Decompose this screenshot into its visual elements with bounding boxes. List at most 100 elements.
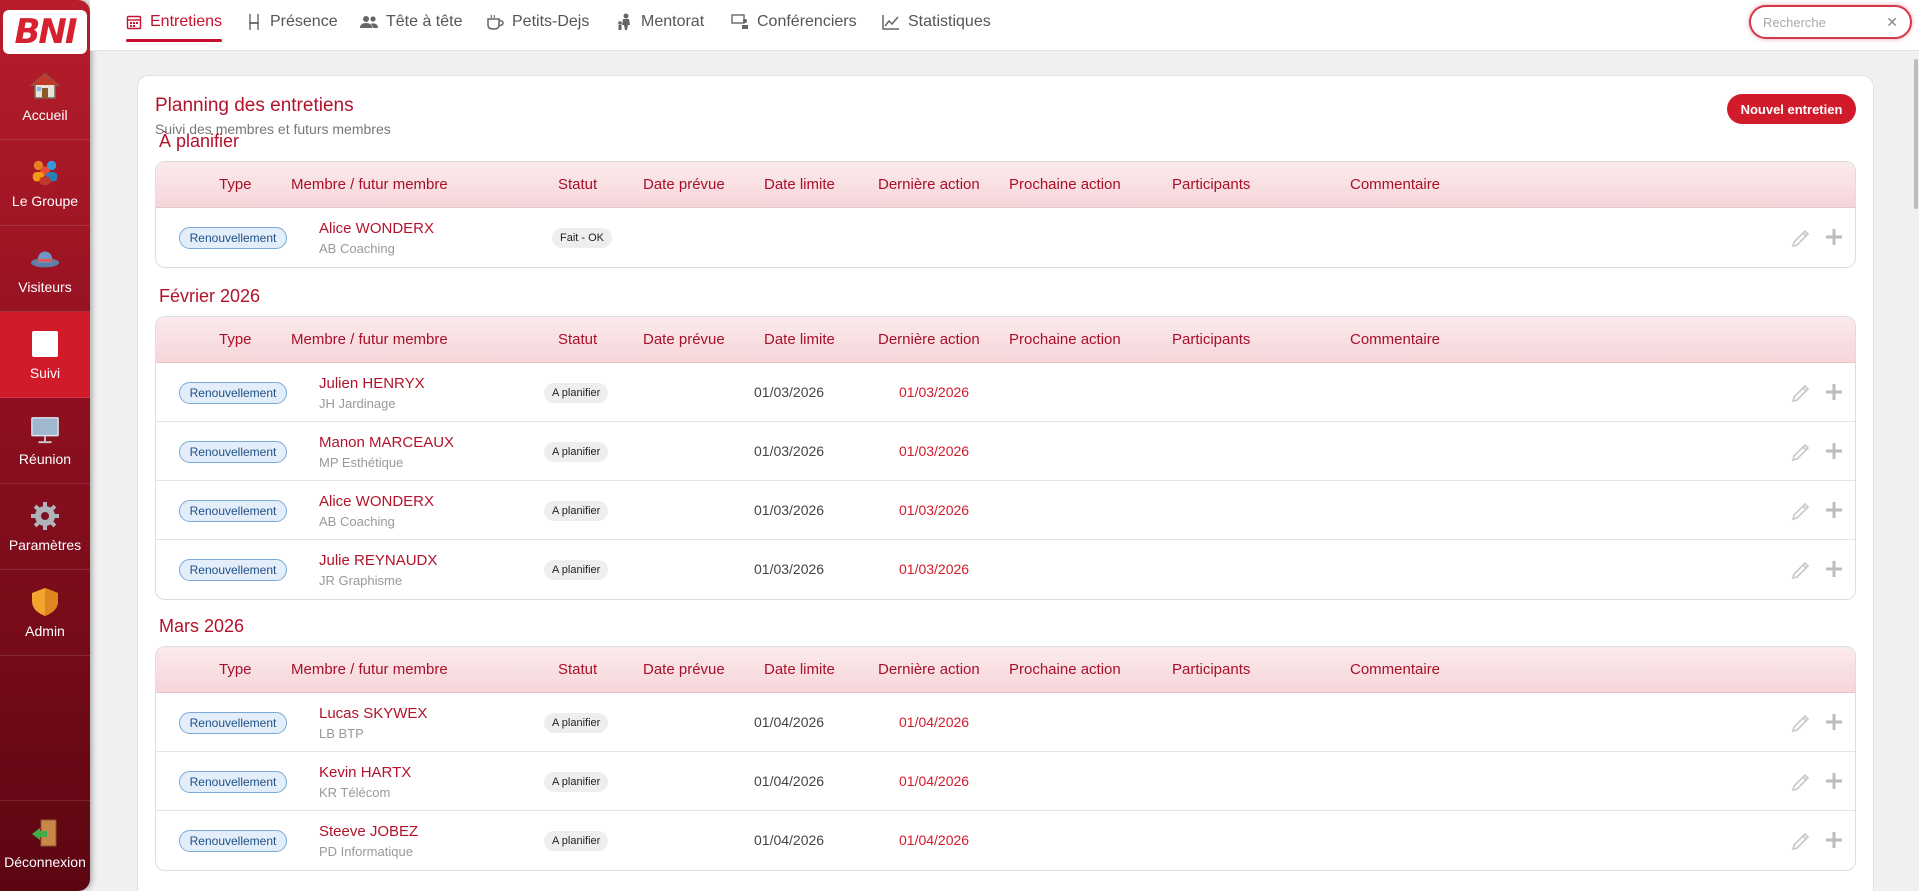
column-header[interactable]: Date prévue [643, 647, 725, 693]
page-scrollbar[interactable] [1913, 51, 1919, 891]
member-name-link[interactable]: Steeve JOBEZ [319, 823, 418, 840]
column-header[interactable]: Date prévue [643, 162, 725, 208]
edit-pencil-icon[interactable] [1790, 500, 1812, 527]
edit-pencil-icon[interactable] [1790, 441, 1812, 468]
column-header[interactable]: Membre / futur membre [291, 162, 448, 208]
column-header[interactable]: Commentaire [1350, 317, 1440, 363]
date-limite: 01/04/2026 [899, 714, 970, 730]
search-input[interactable] [1763, 14, 1883, 30]
column-header[interactable]: Type [219, 317, 252, 363]
member-name-link[interactable]: Lucas SKYWEX [319, 705, 427, 722]
type-badge: Renouvellement [179, 227, 287, 249]
edit-pencil-icon[interactable] [1790, 830, 1812, 857]
member-name-link[interactable]: Kevin HARTX [319, 764, 411, 781]
edit-pencil-icon[interactable] [1790, 559, 1812, 586]
status-badge: A planifier [544, 501, 609, 521]
edit-pencil-icon[interactable] [1790, 227, 1812, 254]
visitor-hat-icon [30, 243, 60, 273]
sidebar-item-le-groupe[interactable]: Le Groupe [0, 140, 90, 226]
new-entretien-button[interactable]: Nouvel entretien [1727, 94, 1856, 124]
add-plus-icon[interactable] [1824, 441, 1844, 466]
table-row[interactable]: Renouvellement Alice WONDERX AB Coaching Fa… [156, 208, 1855, 267]
add-plus-icon[interactable] [1824, 227, 1844, 252]
status-badge: A planifier [544, 383, 609, 403]
tab-mentorat[interactable]: Mentorat [617, 0, 704, 44]
sidebar-item-admin[interactable]: Admin [0, 570, 90, 656]
member-name-link[interactable]: Julien HENRYX [319, 375, 425, 392]
sidebar-item-accueil[interactable]: Accueil [0, 54, 90, 140]
table-row[interactable]: Renouvellement Kevin HARTX KR Télécom A pla… [156, 752, 1855, 811]
sidebar-item-suivi[interactable]: Suivi [0, 312, 90, 398]
add-plus-icon[interactable] [1824, 771, 1844, 796]
edit-pencil-icon[interactable] [1790, 382, 1812, 409]
column-header[interactable]: Date limite [764, 647, 835, 693]
sidebar-item-reunion[interactable]: Réunion [0, 398, 90, 484]
edit-pencil-icon[interactable] [1790, 771, 1812, 798]
add-plus-icon[interactable] [1824, 559, 1844, 584]
status-badge: A planifier [544, 772, 609, 792]
column-header[interactable]: Type [219, 162, 252, 208]
tab-entretiens[interactable]: Entretiens [126, 0, 223, 44]
date-prevue: 01/03/2026 [754, 443, 825, 459]
type-badge: Renouvellement [179, 830, 287, 852]
sidebar-item-parametres[interactable]: Paramètres [0, 484, 90, 570]
column-header[interactable]: Dernière action [878, 317, 980, 363]
column-header[interactable]: Participants [1172, 162, 1250, 208]
column-header[interactable]: Date limite [764, 162, 835, 208]
date-limite: 01/03/2026 [899, 443, 970, 459]
column-header[interactable]: Dernière action [878, 162, 980, 208]
column-header[interactable]: Date limite [764, 317, 835, 363]
suivi-square-icon [30, 329, 60, 359]
tab-petits-dejs[interactable]: Petits-Dejs [486, 0, 589, 44]
date-limite: 01/04/2026 [899, 832, 970, 848]
column-header[interactable]: Prochaine action [1009, 647, 1121, 693]
table-header: Type Membre / futur membre Statut Date prév… [156, 162, 1855, 208]
member-name-link[interactable]: Julie REYNAUDX [319, 552, 437, 569]
table-row[interactable]: Renouvellement Alice WONDERX AB Coaching A … [156, 481, 1855, 540]
member-company: JH Jardinage [319, 396, 396, 411]
member-name-link[interactable]: Alice WONDERX [319, 493, 434, 510]
section-title: Février 2026 [159, 286, 261, 306]
table-row[interactable]: Renouvellement Lucas SKYWEX LB BTP A planif… [156, 693, 1855, 752]
logout-button[interactable]: Déconnexion [0, 800, 90, 886]
date-limite: 01/03/2026 [899, 561, 970, 577]
tab-conferenciers[interactable]: Conférenciers [731, 0, 857, 44]
column-header[interactable]: Date prévue [643, 317, 725, 363]
entretiens-table: Type Membre / futur membre Statut Date prév… [155, 646, 1856, 871]
add-plus-icon[interactable] [1824, 830, 1844, 855]
column-header[interactable]: Prochaine action [1009, 317, 1121, 363]
column-header[interactable]: Prochaine action [1009, 162, 1121, 208]
column-header[interactable]: Dernière action [878, 647, 980, 693]
top-navigation: Entretiens Présence Tête à tête Petits-D… [90, 0, 1919, 51]
clear-search-icon[interactable]: ✕ [1886, 14, 1898, 31]
table-row[interactable]: Renouvellement Julie REYNAUDX JR Graphisme… [156, 540, 1855, 599]
scrollbar-thumb[interactable] [1914, 59, 1918, 209]
tab-presence[interactable]: Présence [246, 0, 338, 44]
table-header: Type Membre / futur membre Statut Date prév… [156, 317, 1855, 363]
sidebar-item-visiteurs[interactable]: Visiteurs [0, 226, 90, 312]
add-plus-icon[interactable] [1824, 500, 1844, 525]
tab-statistiques[interactable]: Statistiques [882, 0, 991, 44]
column-header[interactable]: Participants [1172, 647, 1250, 693]
tab-tete-a-tete[interactable]: Tête à tête [360, 0, 463, 44]
column-header[interactable]: Commentaire [1350, 162, 1440, 208]
add-plus-icon[interactable] [1824, 712, 1844, 737]
column-header[interactable]: Commentaire [1350, 647, 1440, 693]
table-row[interactable]: Renouvellement Manon MARCEAUX MP Esthétiqu… [156, 422, 1855, 481]
column-header[interactable]: Statut [558, 162, 597, 208]
table-row[interactable]: Renouvellement Julien HENRYX JH Jardinage A… [156, 363, 1855, 422]
column-header[interactable]: Statut [558, 317, 597, 363]
column-header[interactable]: Membre / futur membre [291, 317, 448, 363]
edit-pencil-icon[interactable] [1790, 712, 1812, 739]
member-name-link[interactable]: Manon MARCEAUX [319, 434, 454, 451]
coffee-icon [487, 14, 504, 30]
column-header[interactable]: Membre / futur membre [291, 647, 448, 693]
member-name-link[interactable]: Alice WONDERX [319, 220, 434, 237]
column-header[interactable]: Participants [1172, 317, 1250, 363]
column-header[interactable]: Type [219, 647, 252, 693]
status-badge: A planifier [544, 560, 609, 580]
column-header[interactable]: Statut [558, 647, 597, 693]
table-row[interactable]: Renouvellement Steeve JOBEZ PD Informatiqu… [156, 811, 1855, 870]
add-plus-icon[interactable] [1824, 382, 1844, 407]
bni-logo[interactable]: BNI [3, 10, 87, 54]
